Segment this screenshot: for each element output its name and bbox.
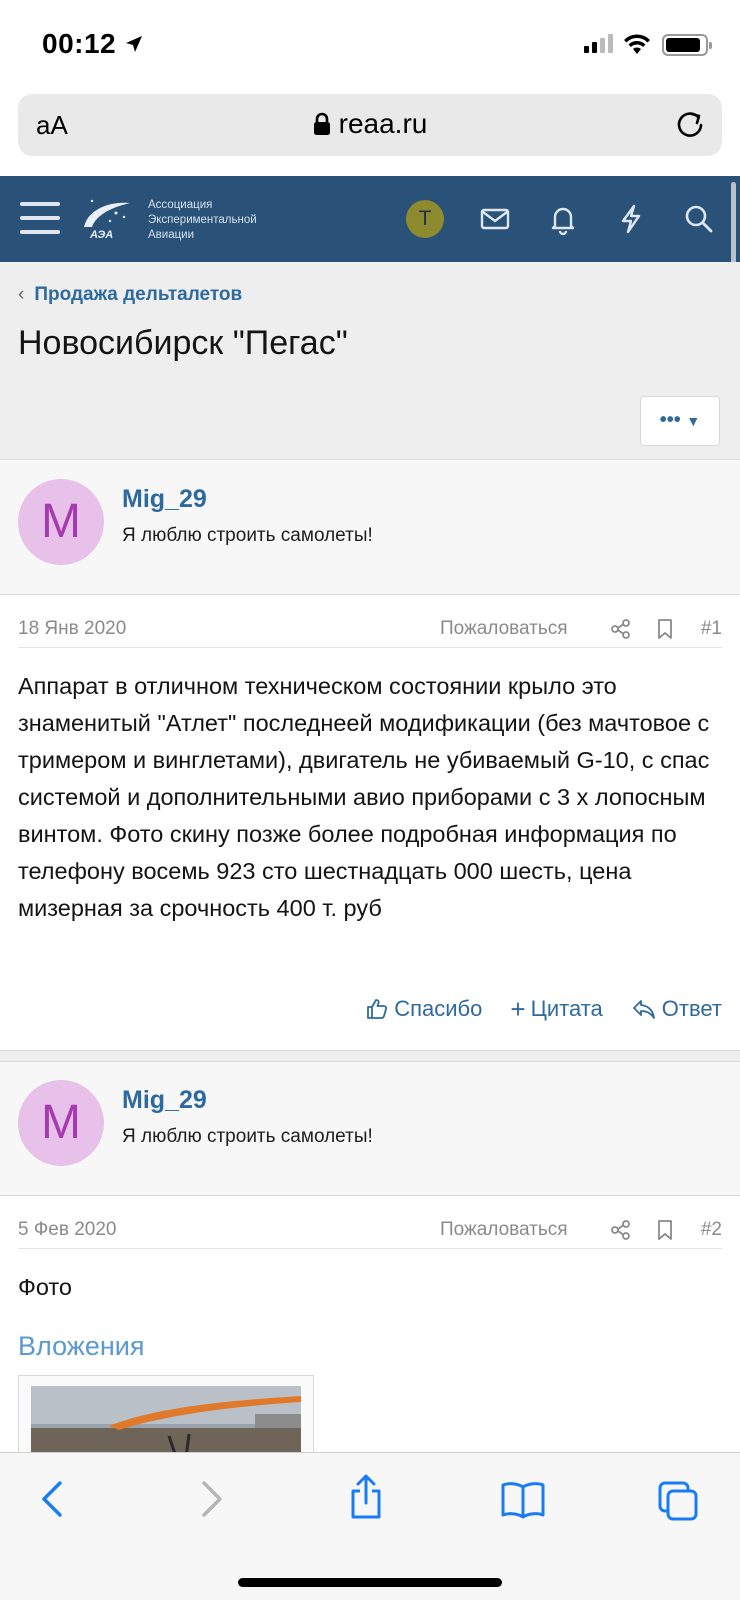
attachments-title: Вложения (18, 1331, 145, 1361)
author-title: Я люблю строить самолеты! (122, 525, 373, 546)
bookmarks-book-icon[interactable] (500, 1479, 546, 1519)
more-dots: ••• (659, 409, 681, 431)
site-header: АЭА Ассоциация Экспериментальной Авиации… (0, 176, 740, 262)
thumbs-up-icon (367, 999, 388, 1019)
caret-down-icon: ▼ (686, 413, 701, 429)
bookmark-icon[interactable] (655, 1219, 675, 1241)
like-label: Спасибо (394, 996, 483, 1021)
bell-icon[interactable] (546, 202, 580, 236)
post-text: Аппарат в отличном техническом состоянии… (18, 673, 710, 921)
like-button[interactable]: Спасибо (365, 996, 482, 1022)
logo-line: Ассоциация (148, 199, 213, 211)
location-arrow-icon (126, 36, 142, 52)
reply-icon (632, 1000, 655, 1019)
inbox-icon[interactable] (478, 202, 512, 236)
post-author-block: M Mig_29 Я люблю строить самолеты! (0, 461, 740, 595)
post-body: 5 Фев 2020 Пожаловаться #2 Фото Вложения (0, 1197, 740, 1465)
status-time: 00:12 (42, 28, 117, 59)
reply-button[interactable]: Ответ (631, 996, 722, 1022)
battery-icon (662, 34, 712, 56)
menu-icon[interactable] (20, 202, 60, 236)
breadcrumb[interactable]: ‹ Продажа дельталетов (18, 284, 242, 306)
author-title: Я люблю строить самолеты! (122, 1126, 373, 1147)
page-title: Новосибирск "Пегас" (18, 324, 348, 362)
lock-icon (313, 112, 330, 135)
wifi-icon (624, 34, 650, 54)
chevron-left-icon: ‹ (18, 284, 25, 305)
cellular-signal-icon (584, 34, 613, 53)
site-logo[interactable]: АЭА (80, 193, 132, 241)
reply-label: Ответ (661, 996, 722, 1021)
tabs-icon[interactable] (656, 1479, 700, 1521)
address-bar[interactable]: aA reaa.ru (18, 94, 722, 156)
reload-icon[interactable] (674, 108, 706, 140)
author-username[interactable]: Mig_29 (122, 1086, 207, 1115)
url-display[interactable]: reaa.ru (18, 108, 722, 140)
bookmark-icon[interactable] (655, 618, 675, 640)
url-text: reaa.ru (338, 108, 428, 139)
post-date[interactable]: 18 Янв 2020 (18, 618, 126, 640)
page-header: ‹ Продажа дельталетов Новосибирск "Пегас"… (0, 262, 740, 460)
report-link[interactable]: Пожаловаться (440, 618, 568, 640)
quote-button[interactable]: + Цитата (510, 996, 602, 1022)
logo-mark-text: АЭА (89, 229, 113, 241)
post-author-block: M Mig_29 Я люблю строить самолеты! (0, 1062, 740, 1196)
post-meta: 5 Фев 2020 Пожаловаться #2 (18, 1215, 722, 1249)
plus-icon: + (510, 994, 526, 1024)
user-avatar[interactable]: T (406, 200, 444, 238)
share-icon[interactable] (610, 618, 632, 640)
post-meta: 18 Янв 2020 Пожаловаться #1 (18, 614, 722, 648)
report-link[interactable]: Пожаловаться (440, 1219, 568, 1241)
share-icon[interactable] (610, 1219, 632, 1241)
forward-icon[interactable] (196, 1479, 226, 1519)
status-bar: 00:12 (0, 0, 740, 90)
post-number[interactable]: #1 (701, 618, 722, 640)
post-body: 18 Янв 2020 Пожаловаться #1 Аппарат в от… (0, 596, 740, 1050)
author-username[interactable]: Mig_29 (122, 485, 207, 514)
home-indicator[interactable] (238, 1578, 502, 1587)
share-sheet-icon[interactable] (346, 1473, 386, 1521)
post-text: Фото (18, 1274, 72, 1300)
post-separator (0, 1050, 740, 1062)
lightning-icon[interactable] (614, 202, 648, 236)
post-number[interactable]: #2 (701, 1219, 722, 1241)
post-date[interactable]: 5 Фев 2020 (18, 1219, 117, 1241)
logo-line: Авиации (148, 229, 195, 241)
thread-tools-button[interactable]: ••• ▼ (640, 396, 720, 446)
back-icon[interactable] (38, 1479, 68, 1519)
search-icon[interactable] (682, 202, 716, 236)
author-avatar[interactable]: M (18, 479, 104, 565)
logo-text: Ассоциация Экспериментальной Авиации (148, 198, 257, 243)
author-avatar[interactable]: M (18, 1080, 104, 1166)
quote-label: Цитата (530, 996, 603, 1021)
breadcrumb-link[interactable]: Продажа дельталетов (34, 284, 242, 305)
post-actions: Спасибо + Цитата Ответ (365, 996, 722, 1022)
logo-line: Экспериментальной (148, 214, 257, 226)
